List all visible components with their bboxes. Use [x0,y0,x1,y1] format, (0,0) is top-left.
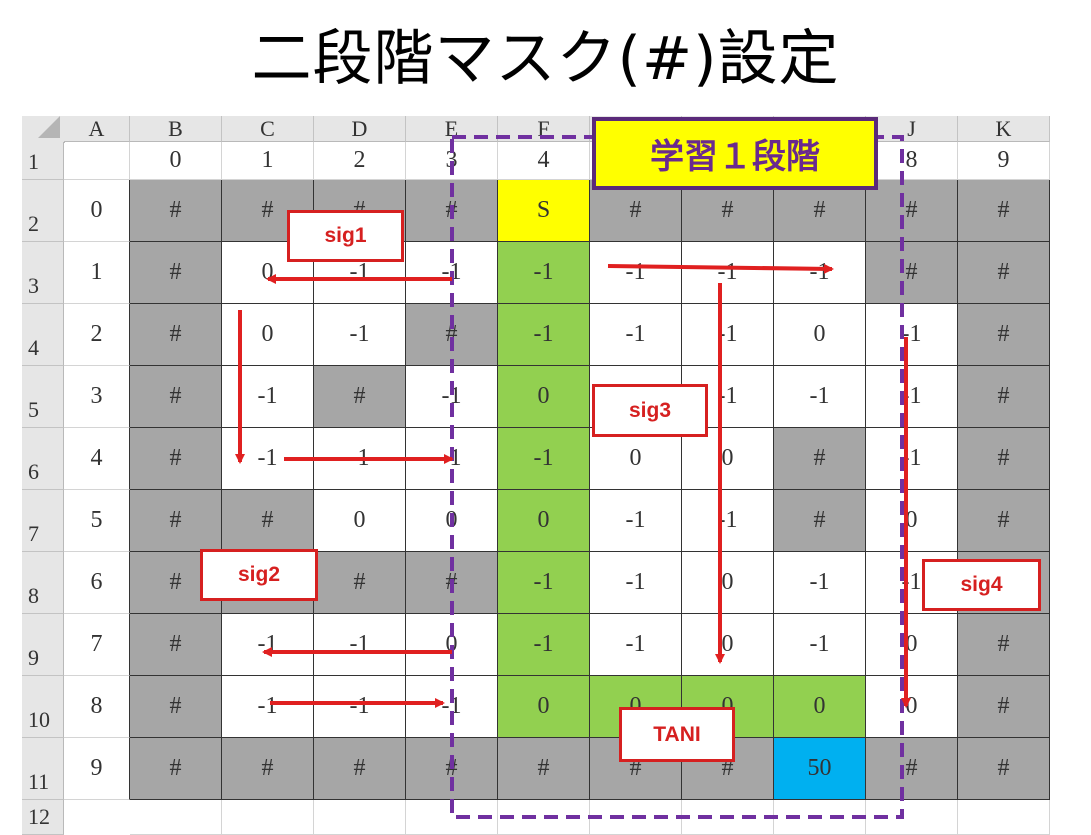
sig2-label: sig2 [200,549,318,601]
sig1-label: sig1 [287,210,404,262]
tani-label: TANI [619,707,735,762]
learning-stage-label: 学習１段階 [592,117,878,190]
sig3-label: sig3 [592,384,708,437]
sig3-arrow-right [607,263,834,274]
annotation-layer [235,135,911,819]
sig4-label: sig4 [922,559,1041,611]
